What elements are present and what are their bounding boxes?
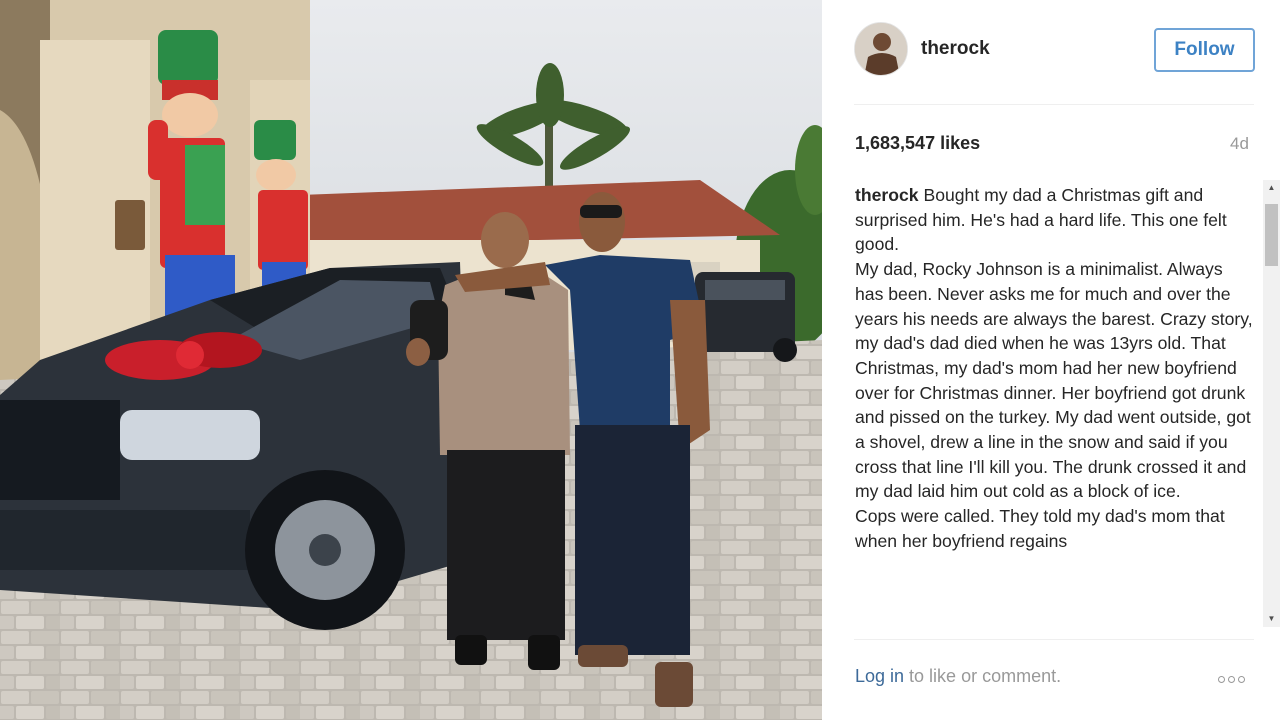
likes-count[interactable]: 1,683,547 likes — [855, 133, 980, 154]
more-options-icon[interactable] — [1218, 670, 1258, 686]
login-prompt: Log in to like or comment. — [855, 666, 1061, 687]
login-link[interactable]: Log in — [855, 666, 904, 686]
caption-scroll-area[interactable]: therock Bought my dad a Christmas gift a… — [855, 183, 1255, 629]
post-age[interactable]: 4d — [1230, 134, 1249, 154]
scroll-down-arrow-icon[interactable]: ▼ — [1263, 611, 1280, 627]
header-divider — [854, 104, 1254, 105]
avatar[interactable] — [854, 22, 908, 76]
scrollbar-thumb[interactable] — [1265, 204, 1278, 266]
photo-illustration — [0, 0, 822, 720]
post-detail-panel: therock Follow 1,683,547 likes 4d theroc… — [822, 0, 1280, 720]
footer-divider — [854, 639, 1254, 640]
caption-scrollbar[interactable]: ▲ ▼ — [1263, 180, 1280, 627]
caption: therock Bought my dad a Christmas gift a… — [855, 183, 1255, 554]
caption-username[interactable]: therock — [855, 185, 919, 205]
post-photo[interactable] — [0, 0, 822, 720]
follow-button[interactable]: Follow — [1154, 28, 1255, 72]
comment-prompt-text: to like or comment. — [904, 666, 1062, 686]
post-header: therock Follow — [822, 0, 1280, 104]
scroll-up-arrow-icon[interactable]: ▲ — [1263, 180, 1280, 196]
caption-text: Bought my dad a Christmas gift and surpr… — [855, 185, 1253, 551]
avatar-image — [855, 23, 907, 75]
username-link[interactable]: therock — [921, 38, 990, 60]
